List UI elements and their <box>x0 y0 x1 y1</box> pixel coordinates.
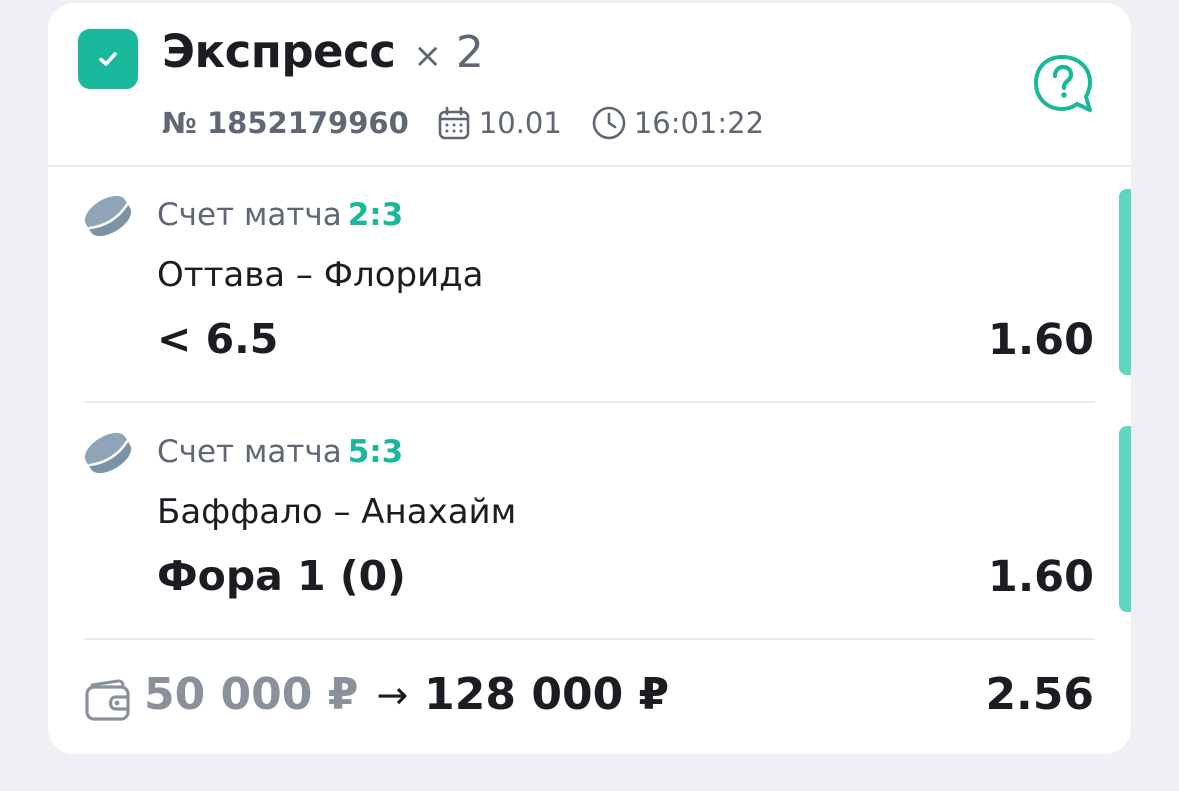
bet-summary: 50 000 ₽ → 128 000 ₽ 2.56 <box>48 641 1131 754</box>
bet-header: Экспресс × 2 № 1852179960 10.01 16:01:22 <box>48 3 1131 167</box>
event-odds: 1.60 <box>987 315 1094 365</box>
bet-date-value: 10.01 <box>478 106 562 140</box>
match-score: Счет матча 2:3 <box>157 197 403 233</box>
bet-date: 10.01 <box>435 104 562 142</box>
event-item[interactable]: Счет матча 2:3 Оттава – Флорида < 6.5 1.6… <box>48 167 1131 403</box>
event-teams: Баффало – Анахайм <box>157 492 517 532</box>
multiplier-symbol: × <box>413 36 442 76</box>
bet-type-title: Экспресс <box>162 25 396 78</box>
stake-amount: 50 000 ₽ <box>144 669 359 720</box>
wallet-icon <box>85 679 130 721</box>
bet-time: 16:01:22 <box>590 104 764 142</box>
event-item[interactable]: Счет матча 5:3 Баффало – Анахайм Фора 1 (… <box>48 404 1131 640</box>
bet-multiplier: × 2 <box>413 27 484 78</box>
bet-title-row: Экспресс × 2 <box>162 25 484 85</box>
hockey-puck-icon <box>84 432 132 474</box>
event-status-bar <box>1119 426 1131 612</box>
bet-card[interactable]: Экспресс × 2 № 1852179960 10.01 16:01:22… <box>48 3 1131 754</box>
payout-amount: 128 000 ₽ <box>424 669 670 720</box>
score-label: Счет матча <box>157 197 342 233</box>
score-value: 5:3 <box>347 434 404 470</box>
event-teams: Оттава – Флорида <box>157 255 484 295</box>
score-value: 2:3 <box>347 197 404 233</box>
event-outcome: < 6.5 <box>157 315 279 363</box>
check-icon <box>99 52 117 66</box>
bet-number: № 1852179960 <box>162 106 409 140</box>
divider <box>84 401 1095 403</box>
divider <box>84 638 1095 640</box>
multiplier-count: 2 <box>455 27 484 78</box>
arrow-right-icon: → <box>376 672 409 717</box>
score-label: Счет матча <box>157 434 342 470</box>
event-outcome: Фора 1 (0) <box>157 552 406 600</box>
event-odds: 1.60 <box>987 552 1094 602</box>
total-odds: 2.56 <box>985 669 1094 720</box>
bet-time-value: 16:01:22 <box>633 106 765 140</box>
question-chat-icon[interactable] <box>1032 53 1098 115</box>
event-status-bar <box>1119 189 1131 375</box>
hockey-puck-icon <box>84 195 132 237</box>
bet-select-checkbox[interactable] <box>78 29 138 89</box>
bet-meta: № 1852179960 10.01 16:01:22 <box>162 103 792 143</box>
clock-icon <box>592 106 626 140</box>
calendar-icon <box>438 106 470 140</box>
match-score: Счет матча 5:3 <box>157 434 403 470</box>
stake-payout: 50 000 ₽ → 128 000 ₽ <box>144 669 669 720</box>
